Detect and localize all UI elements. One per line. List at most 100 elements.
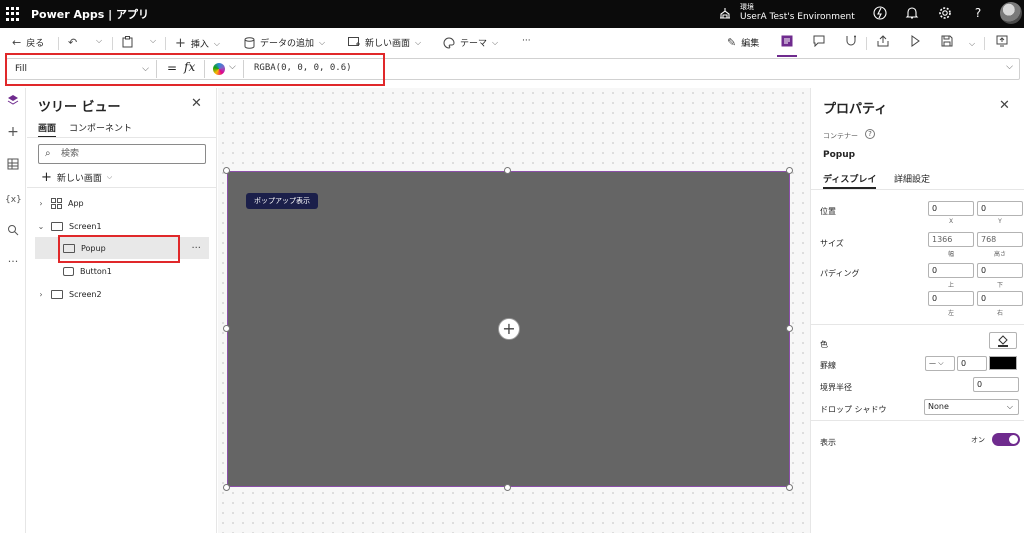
resize-handle[interactable]	[223, 167, 230, 174]
app-checker-icon[interactable]	[843, 35, 859, 51]
chevron-down-icon: ⌵	[1006, 402, 1013, 411]
help-icon[interactable]: ?	[970, 5, 986, 21]
paste-button[interactable]	[122, 36, 133, 48]
back-button[interactable]: ← 戻る	[12, 36, 44, 49]
back-label: 戻る	[26, 39, 45, 49]
new-screen-button[interactable]: 新しい画面 ⌵	[348, 36, 421, 49]
more-commands-button[interactable]: ···	[522, 36, 531, 46]
app-title: Power Apps | アプリ	[31, 8, 149, 21]
environment-name[interactable]: UserA Test's Environment	[740, 12, 855, 22]
height-caption: 高さ	[993, 251, 1006, 258]
tree-node-screen1[interactable]: ⌄ Screen1	[35, 215, 209, 237]
resize-handle[interactable]	[786, 484, 793, 491]
properties-title: プロパティ	[823, 102, 888, 117]
undo-button[interactable]: ↶	[68, 36, 77, 49]
edit-button[interactable]: ✎ 編集	[727, 36, 759, 49]
tree-node-app[interactable]: › App	[35, 192, 209, 214]
palette-icon	[443, 36, 455, 49]
tab-screens[interactable]: 画面	[38, 121, 57, 138]
border-color-swatch[interactable]	[989, 356, 1017, 370]
drop-shadow-dropdown[interactable]: None ⌵	[924, 399, 1019, 415]
new-screen-button[interactable]: + 新しい画面 ⌵	[41, 170, 112, 185]
search-icon[interactable]	[5, 224, 21, 240]
padding-right-input[interactable]: 0	[977, 291, 1023, 306]
tree-node-label: Screen2	[69, 289, 102, 299]
comment-icon[interactable]	[811, 35, 827, 51]
x-input[interactable]: 0	[928, 201, 974, 216]
theme-button[interactable]: テーマ ⌵	[443, 36, 498, 49]
drop-shadow-label: ドロップ シャドウ	[820, 405, 887, 414]
avatar[interactable]	[1000, 2, 1022, 24]
visible-toggle[interactable]	[992, 433, 1020, 446]
chevron-right-icon[interactable]: ›	[35, 290, 47, 299]
save-dropdown[interactable]: ⌵	[964, 35, 980, 51]
variables-icon[interactable]: {x}	[5, 192, 22, 208]
layers-icon[interactable]	[5, 94, 21, 110]
height-input[interactable]: 768	[977, 232, 1023, 247]
tree-view-title: ツリー ビュー	[38, 100, 121, 115]
design-canvas[interactable]: ポップアップ表示 +	[218, 88, 810, 533]
share-icon[interactable]	[875, 35, 891, 51]
border-width-input[interactable]: 0	[957, 356, 987, 371]
gear-icon[interactable]	[937, 5, 953, 21]
tab-components[interactable]: コンポーネント	[69, 121, 132, 134]
fill-color-button[interactable]	[989, 332, 1017, 349]
resize-handle[interactable]	[504, 167, 511, 174]
padding-left-input[interactable]: 0	[928, 291, 974, 306]
chevron-right-icon[interactable]: ›	[35, 199, 47, 208]
tree-node-button1[interactable]: Button1	[35, 260, 209, 282]
resize-handle[interactable]	[786, 325, 793, 332]
padding-bottom-input[interactable]: 0	[977, 263, 1023, 278]
width-input[interactable]: 1366	[928, 232, 974, 247]
paint-bucket-icon	[998, 335, 1008, 347]
resize-handle[interactable]	[786, 167, 793, 174]
bolt-icon[interactable]	[872, 5, 888, 21]
plus-icon: +	[41, 170, 52, 185]
close-icon[interactable]: ✕	[191, 96, 202, 111]
tree-node-label: Button1	[80, 266, 112, 276]
screen-icon	[51, 289, 63, 299]
paste-dropdown[interactable]: ⌵	[150, 36, 156, 46]
undo-dropdown[interactable]: ⌵	[96, 36, 102, 46]
expand-formula-icon[interactable]: ⌵	[1006, 62, 1013, 72]
close-icon[interactable]: ✕	[999, 98, 1010, 113]
tab-advanced[interactable]: 詳細設定	[894, 172, 930, 185]
y-input[interactable]: 0	[977, 201, 1023, 216]
width-caption: 幅	[947, 251, 954, 258]
formula-view-icon[interactable]	[779, 35, 795, 51]
help-icon[interactable]: ?	[865, 129, 875, 139]
search-input[interactable]: ⌕ 検索	[38, 144, 206, 164]
chevron-down-icon: ⌵	[492, 37, 499, 47]
resize-handle[interactable]	[223, 484, 230, 491]
padding-right-caption: 右	[996, 310, 1003, 317]
popup-button[interactable]: ポップアップ表示	[246, 193, 318, 209]
resize-handle[interactable]	[223, 325, 230, 332]
popup-container[interactable]: ポップアップ表示 +	[227, 171, 790, 487]
data-icon[interactable]	[5, 158, 21, 174]
insert-button[interactable]: + 挿入 ⌵	[175, 36, 220, 51]
environment-icon[interactable]	[718, 6, 732, 20]
color-label: 色	[820, 340, 828, 349]
resize-handle[interactable]	[504, 484, 511, 491]
add-data-button[interactable]: データの追加 ⌵	[244, 36, 325, 49]
more-options-icon[interactable]: ···	[191, 243, 201, 254]
publish-icon[interactable]	[994, 35, 1010, 51]
chevron-down-icon[interactable]: ⌄	[35, 222, 47, 231]
tree-node-label: Screen1	[69, 221, 102, 231]
insert-icon[interactable]: +	[5, 124, 21, 140]
more-icon[interactable]: ···	[5, 254, 21, 270]
add-control-button[interactable]: +	[498, 318, 520, 340]
padding-top-input[interactable]: 0	[928, 263, 974, 278]
chevron-down-icon: ⌵	[150, 36, 157, 45]
border-style-dropdown[interactable]: — ⌵	[925, 356, 955, 371]
radius-input[interactable]: 0	[973, 377, 1019, 392]
play-icon[interactable]	[907, 35, 923, 51]
tree-node-screen2[interactable]: › Screen2	[35, 283, 209, 305]
tab-display[interactable]: ディスプレイ	[823, 172, 877, 189]
padding-label: パディング	[820, 269, 860, 278]
save-icon[interactable]	[939, 35, 955, 51]
bell-icon[interactable]	[904, 5, 920, 21]
position-label: 位置	[820, 207, 836, 216]
waffle-icon[interactable]	[6, 7, 20, 21]
pencil-icon: ✎	[727, 36, 737, 49]
